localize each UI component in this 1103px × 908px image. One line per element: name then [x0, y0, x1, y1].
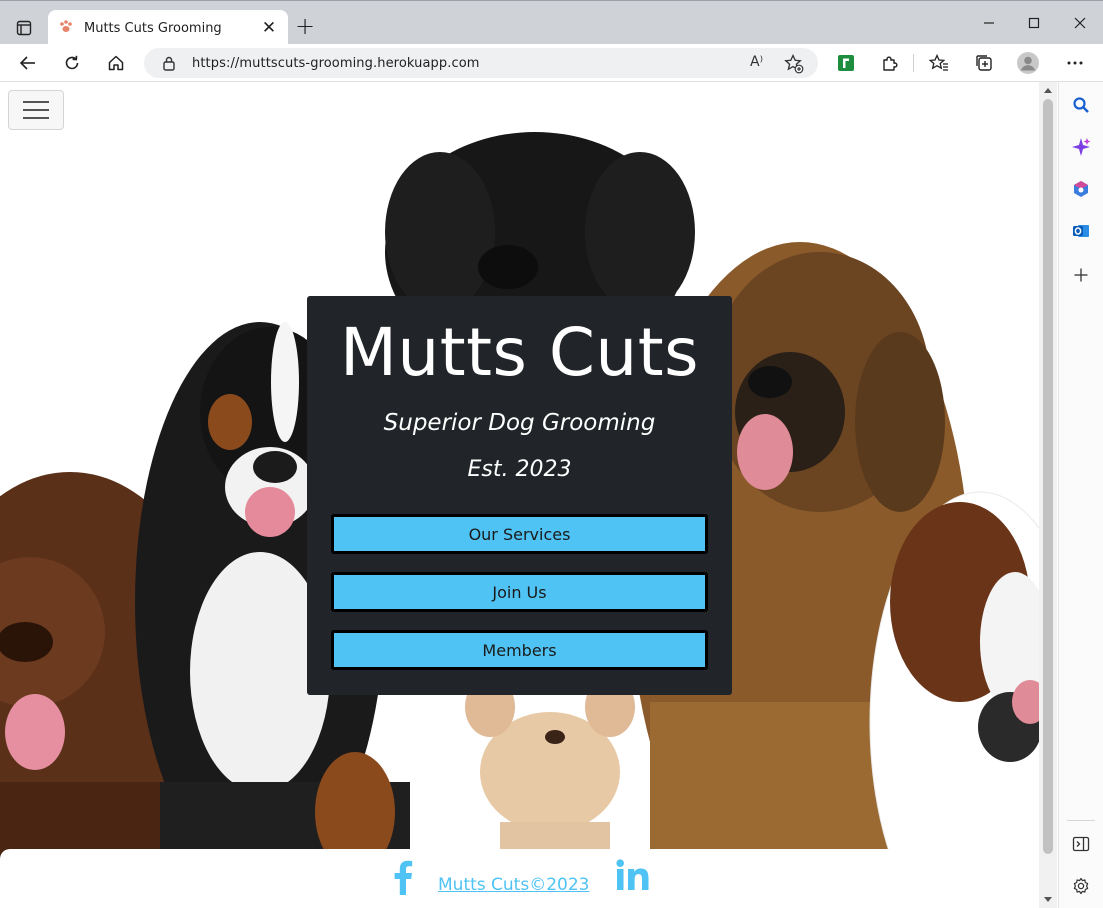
hero-title: Mutts Cuts [339, 314, 700, 391]
settings-gear-icon[interactable] [1070, 875, 1092, 897]
add-favorite-icon[interactable] [784, 53, 804, 78]
footer-copyright-link[interactable]: Mutts Cuts©2023 [438, 875, 589, 895]
copilot-icon[interactable] [1070, 136, 1092, 158]
new-tab-button[interactable]: + [292, 14, 318, 40]
page-footer: Mutts Cuts©2023 [0, 849, 1039, 908]
tab-title: Mutts Cuts Grooming [84, 20, 222, 36]
maximize-icon[interactable] [1024, 13, 1044, 33]
minimize-icon[interactable] [979, 13, 999, 33]
toolbar-divider [913, 54, 914, 72]
browser-titlebar: Mutts Cuts Grooming ✕ + [0, 0, 1103, 46]
hamburger-icon-line [23, 117, 49, 119]
scrollbar-thumb[interactable] [1043, 99, 1053, 854]
close-window-icon[interactable] [1070, 13, 1090, 33]
paw-favicon-icon [58, 18, 74, 38]
collections-icon[interactable] [973, 52, 995, 74]
page-viewport: Mutts Cuts Superior Dog Grooming Est. 20… [0, 82, 1039, 908]
hamburger-icon-line [23, 101, 49, 103]
add-sidebar-app-icon[interactable] [1070, 264, 1092, 286]
browser-toolbar: https://muttscuts-grooming.herokuapp.com… [0, 44, 1103, 82]
hero-card: Mutts Cuts Superior Dog Grooming Est. 20… [307, 296, 732, 695]
search-icon[interactable] [1070, 94, 1092, 116]
hero-tagline: Superior Dog Grooming [383, 410, 656, 436]
join-us-button[interactable]: Join Us [331, 572, 708, 612]
linkedin-icon[interactable] [616, 859, 650, 891]
outlook-icon[interactable] [1070, 220, 1092, 242]
lock-icon[interactable] [162, 55, 176, 75]
our-services-button[interactable]: Our Services [331, 514, 708, 554]
profile-avatar-icon[interactable] [1017, 52, 1039, 74]
refresh-icon[interactable] [61, 52, 83, 74]
home-icon[interactable] [105, 52, 127, 74]
navbar-toggle-button[interactable] [8, 90, 64, 130]
read-aloud-icon[interactable]: A⁾ [750, 54, 763, 70]
hide-sidebar-icon[interactable] [1070, 833, 1092, 855]
sidebar-divider [1067, 820, 1095, 821]
hamburger-icon-line [23, 109, 49, 111]
facebook-icon[interactable] [388, 859, 416, 895]
members-button[interactable]: Members [331, 630, 708, 670]
address-bar[interactable]: https://muttscuts-grooming.herokuapp.com… [144, 48, 818, 78]
scroll-down-icon[interactable] [1044, 897, 1052, 902]
more-options-icon[interactable] [1064, 52, 1086, 74]
extension-green-icon[interactable] [835, 52, 857, 74]
office-icon[interactable] [1070, 178, 1092, 200]
url-text[interactable]: https://muttscuts-grooming.herokuapp.com [192, 56, 480, 71]
edge-sidebar [1058, 82, 1103, 908]
extensions-puzzle-icon[interactable] [879, 52, 901, 74]
page-scrollbar[interactable] [1039, 82, 1057, 908]
tab-actions-icon[interactable] [10, 14, 38, 42]
browser-tab[interactable]: Mutts Cuts Grooming ✕ [48, 10, 288, 46]
hero-established: Est. 2023 [467, 457, 572, 482]
tab-close-icon[interactable]: ✕ [260, 18, 278, 38]
favorites-icon[interactable] [928, 52, 950, 74]
scroll-up-icon[interactable] [1044, 88, 1052, 93]
back-arrow-icon[interactable] [17, 52, 39, 74]
